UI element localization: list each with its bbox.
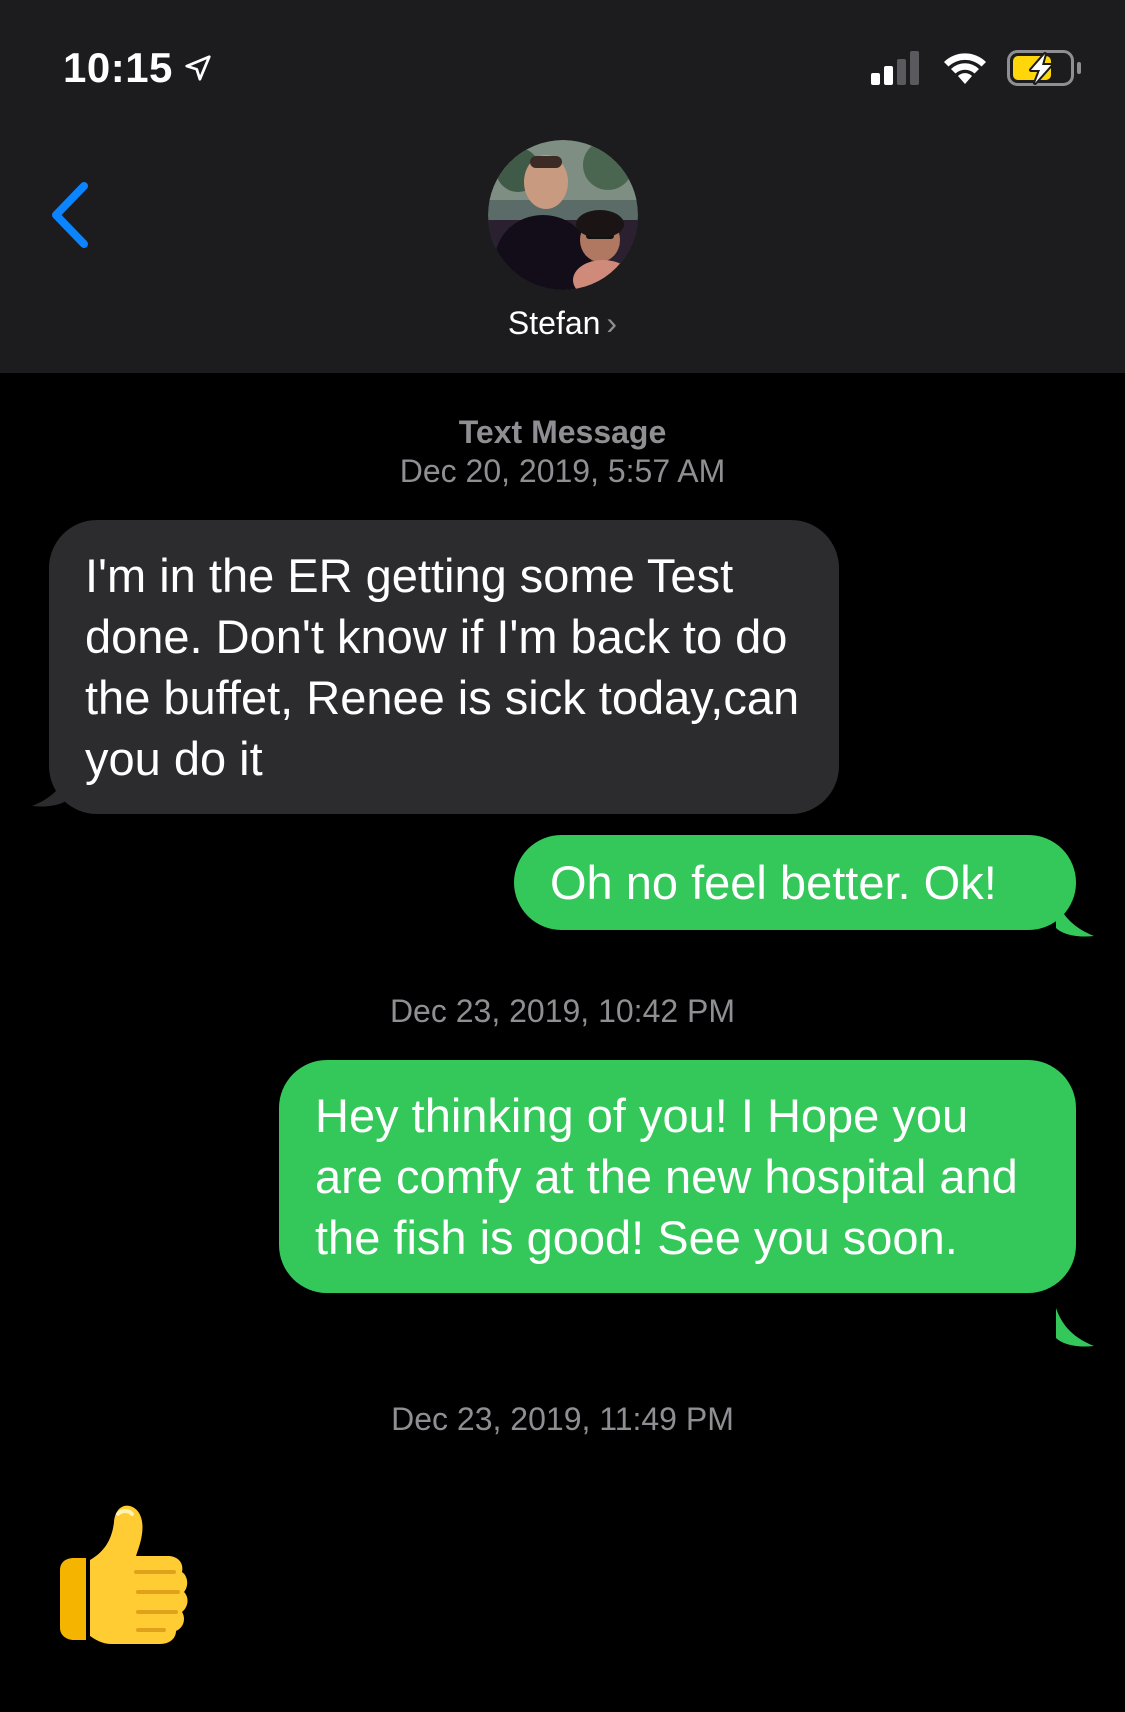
- battery-charging-icon: [1007, 50, 1081, 86]
- message-text: Hey thinking of you! I Hope you are comf…: [315, 1089, 1018, 1264]
- status-icons: [871, 50, 1081, 86]
- chevron-right-icon: ›: [606, 305, 618, 341]
- time-label: 10:15: [63, 44, 173, 91]
- timestamp-group-2: Dec 23, 2019, 10:42 PM: [0, 992, 1125, 1031]
- wifi-icon: [944, 53, 986, 84]
- timestamp-group-3: Dec 23, 2019, 11:49 PM: [0, 1400, 1125, 1439]
- message-text: Oh no feel better. Ok!: [550, 856, 997, 909]
- back-button[interactable]: [44, 180, 94, 250]
- status-bar-time: 10:15: [63, 44, 213, 92]
- bubble-tail-outgoing: [1056, 1308, 1094, 1347]
- thumbs-up-icon[interactable]: [52, 1500, 192, 1650]
- timestamp: Dec 23, 2019, 11:49 PM: [391, 1401, 734, 1437]
- contact-name-button[interactable]: Stefan ›: [0, 305, 1125, 342]
- message-bubble-incoming[interactable]: I'm in the ER getting some Test done. Do…: [49, 520, 839, 814]
- message-bubble-outgoing[interactable]: Oh no feel better. Ok!: [514, 835, 1076, 930]
- conversation-header: 10:15 Stefan ›: [0, 0, 1125, 373]
- message-bubble-outgoing[interactable]: Hey thinking of you! I Hope you are comf…: [279, 1060, 1076, 1293]
- contact-name: Stefan: [507, 305, 601, 341]
- timestamp: Dec 20, 2019, 5:57 AM: [399, 453, 726, 489]
- cellular-signal-icon: [871, 51, 919, 85]
- service-label: Text Message: [458, 414, 667, 450]
- timestamp-group-1: Text Message Dec 20, 2019, 5:57 AM: [0, 413, 1125, 491]
- timestamp: Dec 23, 2019, 10:42 PM: [389, 993, 736, 1029]
- contact-avatar[interactable]: [488, 140, 638, 290]
- message-text: I'm in the ER getting some Test done. Do…: [85, 549, 800, 785]
- location-arrow-icon: [185, 55, 211, 81]
- chevron-left-icon: [52, 182, 88, 248]
